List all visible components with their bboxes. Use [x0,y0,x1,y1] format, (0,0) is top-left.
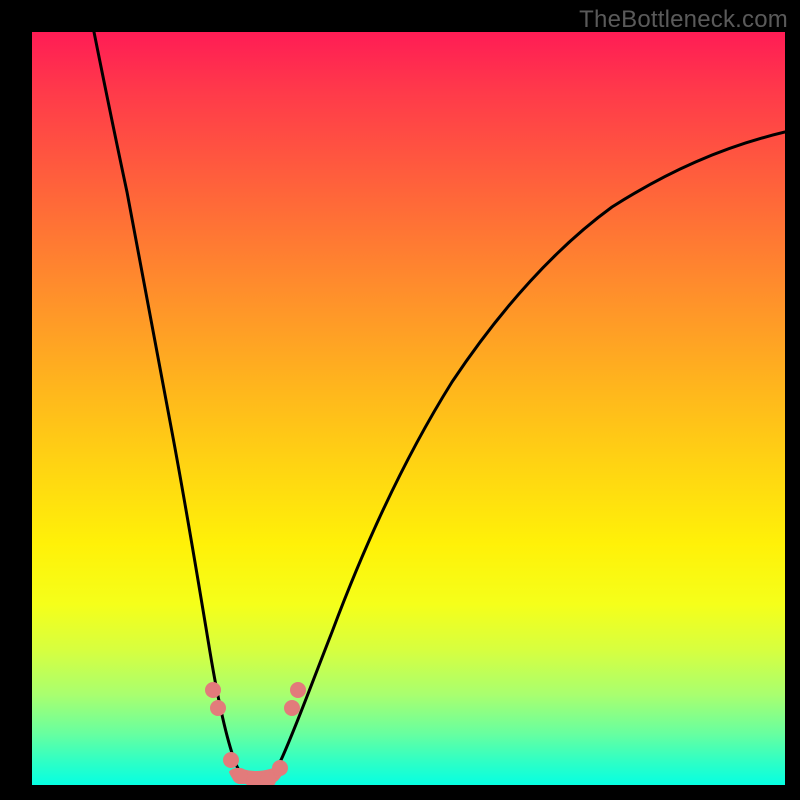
marker-dot [272,760,288,776]
marker-dot [290,682,306,698]
marker-dot [232,768,248,784]
curve-svg [32,32,785,785]
bottleneck-curve-line [92,32,785,783]
marker-dot [210,700,226,716]
plot-area [32,32,785,785]
marker-dot [223,752,239,768]
chart-frame: TheBottleneck.com [0,0,800,800]
marker-dot [205,682,221,698]
marker-dot [284,700,300,716]
watermark-text: TheBottleneck.com [579,6,788,34]
